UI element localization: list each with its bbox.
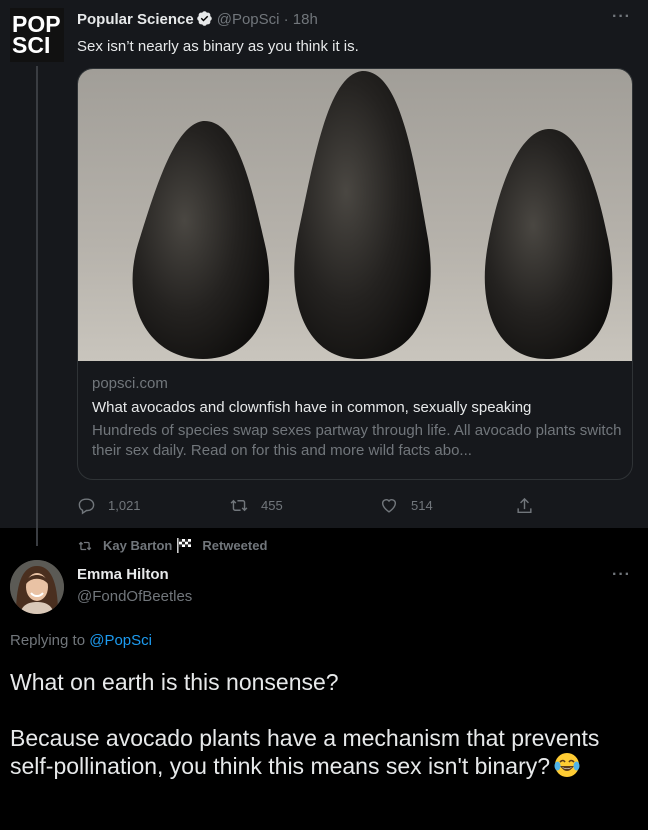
card-title: What avocados and clownfish have in comm… — [92, 399, 532, 416]
author-name[interactable]: Popular Science — [77, 11, 194, 28]
avatar-text-sci: SCI — [12, 32, 51, 58]
heart-icon — [381, 499, 397, 513]
retweet-count: 455 — [261, 498, 283, 513]
link-card[interactable]: popsci.com What avocados and clownfish h… — [77, 68, 633, 480]
verified-badge-icon — [196, 11, 212, 26]
author-handle[interactable]: @FondOfBeetles — [77, 588, 192, 605]
like-button[interactable]: 514 — [379, 496, 433, 515]
reply-count: 1,021 — [108, 498, 141, 513]
tweet-actions: 1,021 455 514 — [77, 496, 547, 518]
share-button[interactable] — [515, 496, 546, 516]
reply-button[interactable]: 1,021 — [77, 496, 141, 515]
reply-line-2: Because avocado plants have a mechanism … — [10, 724, 640, 780]
face-with-tears-of-joy-icon — [554, 753, 580, 777]
retweet-banner: Kay Barton Retweeted — [77, 538, 267, 553]
avatar[interactable] — [10, 560, 64, 614]
card-meta: popsci.com What avocados and clownfish h… — [92, 375, 622, 461]
mention-link[interactable]: @PopSci — [89, 632, 152, 649]
author-name[interactable]: Emma Hilton — [77, 566, 169, 583]
tweet-text: Sex isn’t nearly as binary as you think … — [77, 38, 359, 55]
popsci-avatar[interactable]: POP SCI — [10, 8, 64, 62]
retweeter-name[interactable]: Kay Barton — [103, 538, 172, 553]
card-description: Hundreds of species swap sexes partway t… — [92, 422, 622, 459]
checkered-flag-icon — [177, 538, 192, 553]
retweet-icon — [230, 499, 248, 512]
like-count: 514 — [411, 498, 433, 513]
retweeted-label: Retweeted — [202, 538, 268, 553]
replying-prefix: Replying to — [10, 632, 86, 649]
reply-line-2-text: Because avocado plants have a mechanism … — [10, 725, 600, 779]
share-icon — [517, 497, 532, 514]
quoted-tweet[interactable]: POP SCI Popular Science @PopSci · 18h ···… — [0, 0, 648, 546]
reply-tweet-text: What on earth is this nonsense? Because … — [10, 668, 640, 780]
retweet-button[interactable]: 455 — [229, 496, 283, 515]
more-horizontal-icon[interactable]: ··· — [612, 566, 631, 584]
three-avocados-photo — [78, 69, 632, 361]
reply-line-1: What on earth is this nonsense? — [10, 669, 339, 695]
more-horizontal-icon[interactable]: ··· — [612, 8, 631, 26]
thread-line — [36, 66, 38, 546]
card-domain: popsci.com — [92, 375, 168, 392]
retweet-icon — [78, 541, 92, 550]
replying-to: Replying to @PopSci — [10, 632, 152, 649]
author-handle-time[interactable]: @PopSci · 18h — [217, 11, 318, 28]
tweet-header: Popular Science @PopSci · 18h — [77, 10, 318, 28]
reply-icon — [78, 498, 95, 515]
user-photo-icon — [10, 560, 64, 614]
